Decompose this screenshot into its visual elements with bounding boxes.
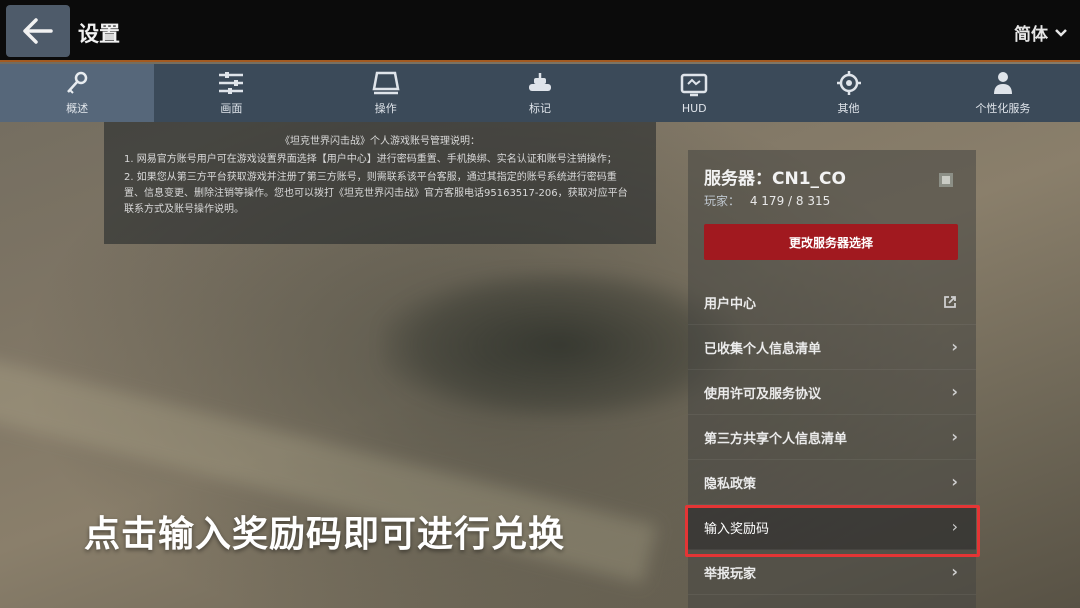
menu-item-third-party-sharing[interactable]: 第三方共享个人信息清单 › [688,415,976,460]
menu-item-label: 第三方共享个人信息清单 [704,431,848,447]
switch-server-button[interactable]: 更改服务器选择 [704,224,958,260]
tab-label: 概述 [66,102,89,115]
server-online-label: 玩家： [704,194,741,208]
sliders-icon [219,72,244,94]
background-tank [380,270,740,420]
menu-item-license-agreement[interactable]: 使用许可及服务协议 › [688,370,976,415]
chevron-down-icon [1055,28,1067,37]
menu-item-label: 举报玩家 [704,566,757,582]
account-notice: 《坦克世界闪击战》个人游戏账号管理说明： 1. 网易官方账号用户可在游戏设置界面… [104,122,656,244]
server-status-icon [939,173,953,187]
notice-title: 《坦克世界闪击战》个人游戏账号管理说明： [280,136,480,147]
tab-graphics[interactable]: 画面 [154,64,308,122]
menu-item-collected-info[interactable]: 已收集个人信息清单 › [688,325,976,370]
tab-controls[interactable]: 操作 [309,64,463,122]
menu-item-label: 使用许可及服务协议 [704,386,822,402]
external-link-icon [944,296,956,308]
chevron-right-icon: › [951,562,958,581]
chevron-right-icon: › [951,337,958,356]
menu-item-privacy-policy[interactable]: 隐私政策 › [688,460,976,505]
tab-other[interactable]: 其他 [771,64,925,122]
back-button[interactable] [6,5,70,57]
chevron-right-icon: › [951,382,958,401]
user-icon [993,72,1012,94]
menu-item-label: 已收集个人信息清单 [704,341,822,357]
tab-label: 画面 [220,102,243,115]
menu-item-label: 隐私政策 [704,476,757,492]
redeem-highlight-box [685,505,980,557]
tab-overview[interactable]: 概述 [0,64,155,122]
tab-label: 操作 [374,102,397,115]
language-selector[interactable]: 简体 [1014,20,1068,45]
server-online-value: 4 179 / 8 315 [749,194,831,208]
tank-icon [528,73,551,91]
chevron-right-icon: › [951,472,958,491]
monitor-icon [372,71,400,95]
key-icon [67,71,88,94]
menu-item-user-center[interactable]: 用户中心 [688,280,976,325]
menu-item-label: 用户中心 [704,296,757,312]
arrow-left-icon [23,18,53,44]
tab-label: 标记 [528,102,551,115]
tab-label: 其他 [837,102,860,115]
settings-tabs: 概述 画面 操作 标记 HUD 其他 个性化服务 [0,64,1080,122]
gear-icon [836,71,861,95]
top-bar: 设置 简体 [0,0,1080,62]
tutorial-caption: 点击输入奖励码即可进行兑换 [84,514,566,555]
page-title: 设置 [78,22,120,46]
server-online-count: 玩家： 4 179 / 8 315 [704,192,830,209]
tab-hud[interactable]: HUD [617,64,771,122]
server-name: 服务器：CN1_CO [704,169,846,189]
notice-line: 1. 网易官方账号用户可在游戏设置界面选择【用户中心】进行密码重置、手机换绑、实… [124,154,617,165]
tab-markers[interactable]: 标记 [463,64,617,122]
hud-icon [681,73,708,96]
tab-label: 个性化服务 [975,102,1031,115]
chevron-right-icon: › [951,427,958,446]
notice-line: 2. 如果您从第三方平台获取游戏并注册了第三方账号，则需联系该平台客服，通过其指… [124,172,628,215]
tab-personalization[interactable]: 个性化服务 [926,64,1080,122]
language-label: 简体 [1014,25,1048,45]
tab-label: HUD [681,101,707,115]
